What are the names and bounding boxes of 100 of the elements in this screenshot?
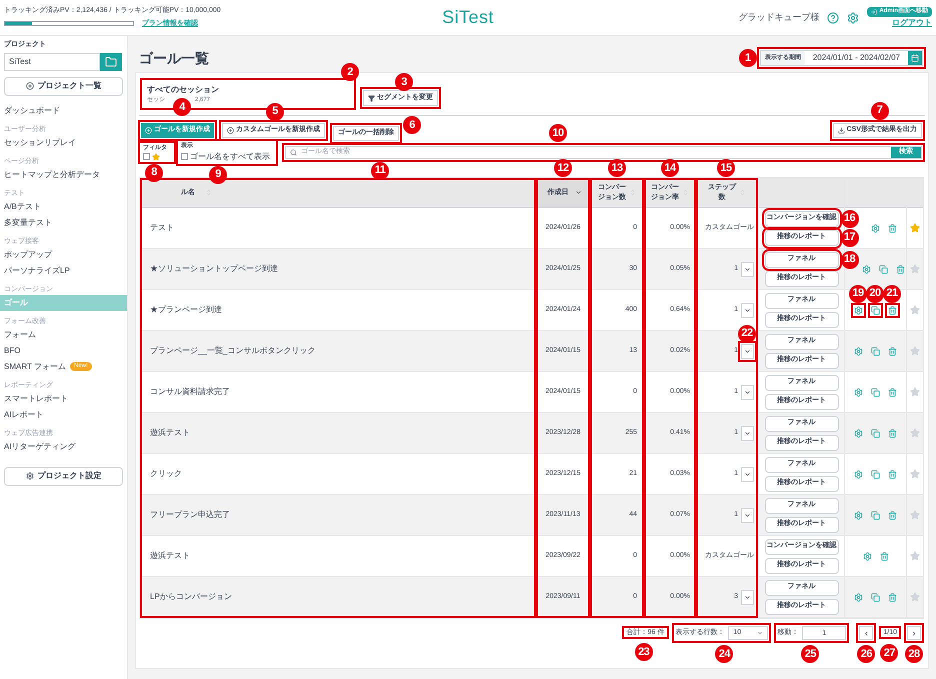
step-dropdown[interactable] bbox=[741, 384, 754, 400]
copy-icon[interactable] bbox=[871, 388, 880, 396]
step-dropdown[interactable] bbox=[741, 508, 754, 522]
trash-icon[interactable] bbox=[888, 592, 897, 602]
project-settings-button[interactable]: プロジェクト設定 bbox=[4, 466, 123, 486]
trash-icon[interactable] bbox=[880, 552, 888, 560]
favorite-star-icon[interactable] bbox=[910, 346, 920, 356]
nav-item[interactable]: セッションリプレイ bbox=[0, 134, 127, 150]
favorite-star-icon[interactable] bbox=[910, 305, 920, 315]
nav-item[interactable]: AIリターゲティング bbox=[0, 438, 127, 454]
callout-number: 26 bbox=[857, 645, 876, 663]
segment-title: すべてのセッション bbox=[147, 84, 220, 96]
show-all-label: ゴール名をすべて表示 bbox=[190, 150, 270, 162]
settings-icon[interactable] bbox=[854, 592, 863, 602]
nav-item[interactable]: 多変量テスト bbox=[0, 214, 127, 230]
callout-number: 23 bbox=[634, 643, 653, 662]
nav-item[interactable]: A/Bテスト bbox=[0, 198, 127, 214]
callout-number: 3 bbox=[395, 73, 413, 91]
page-title: ゴール一覧 bbox=[139, 48, 209, 68]
caret-icon bbox=[744, 470, 751, 478]
plus-circle-icon bbox=[145, 126, 152, 134]
settings-icon[interactable] bbox=[862, 552, 872, 560]
trash-icon[interactable] bbox=[888, 510, 897, 520]
next-page-button[interactable]: › bbox=[907, 626, 921, 640]
project-field[interactable]: SiTest bbox=[4, 52, 100, 70]
settings-icon[interactable] bbox=[854, 470, 863, 478]
nav-item[interactable]: ヒートマップと分析データ bbox=[0, 166, 127, 182]
caret-icon bbox=[744, 266, 751, 272]
previous-page-button[interactable]: ‹ bbox=[859, 626, 874, 640]
callout-number: 13 bbox=[608, 159, 626, 177]
callout-number: 27 bbox=[880, 644, 898, 662]
callout-number: 5 bbox=[266, 102, 284, 120]
trash-icon[interactable] bbox=[888, 428, 897, 438]
trash-icon[interactable] bbox=[896, 264, 905, 274]
filter-icon bbox=[368, 94, 375, 102]
callout-number: 15 bbox=[717, 159, 735, 177]
callout-number: 4 bbox=[173, 98, 191, 116]
caret-icon bbox=[744, 388, 751, 396]
settings-icon[interactable] bbox=[870, 224, 880, 232]
project-list-button[interactable]: プロジェクト一覧 bbox=[4, 76, 123, 96]
goal-name-cell: フリープラン申込完了 bbox=[140, 495, 536, 536]
step-dropdown[interactable] bbox=[741, 262, 754, 276]
settings-icon[interactable] bbox=[854, 388, 863, 396]
settings-icon[interactable] bbox=[862, 264, 871, 274]
callout-number: 1 bbox=[738, 49, 757, 67]
favorite-star-icon[interactable] bbox=[910, 592, 920, 602]
nav-item[interactable]: ポップアップ bbox=[0, 246, 127, 262]
trash-icon[interactable] bbox=[888, 346, 897, 356]
step-dropdown[interactable] bbox=[741, 466, 754, 482]
favorite-star-icon[interactable] bbox=[910, 551, 920, 561]
callout-number: 6 bbox=[403, 116, 421, 134]
calendar-icon bbox=[911, 54, 919, 62]
copy-icon[interactable] bbox=[871, 592, 880, 602]
plus-circle-icon bbox=[227, 126, 234, 134]
settings-icon[interactable] bbox=[854, 510, 863, 520]
nav-item[interactable]: ダッシュボード bbox=[0, 102, 127, 118]
gear-icon bbox=[26, 472, 34, 480]
nav-item[interactable]: BFO bbox=[0, 342, 127, 358]
copy-icon[interactable] bbox=[871, 510, 880, 520]
step-dropdown[interactable] bbox=[741, 590, 754, 604]
trash-icon[interactable] bbox=[888, 388, 897, 396]
callout-number: 12 bbox=[554, 159, 572, 177]
favorite-star-icon[interactable] bbox=[910, 469, 920, 479]
callout-number: 28 bbox=[905, 645, 923, 663]
favorite-star-icon[interactable] bbox=[910, 223, 920, 233]
goal-name-cell: ★ソリューショントップページ到達 bbox=[140, 249, 536, 290]
calendar-button[interactable] bbox=[908, 51, 922, 65]
copy-icon[interactable] bbox=[871, 346, 880, 356]
favorite-star-icon[interactable] bbox=[910, 264, 920, 274]
show-all-checkbox[interactable] bbox=[181, 153, 188, 160]
settings-icon[interactable] bbox=[854, 346, 863, 356]
help-icon[interactable] bbox=[827, 12, 840, 24]
settings-icon[interactable] bbox=[847, 12, 860, 24]
nav-item[interactable]: パーソナライズLP bbox=[0, 262, 127, 278]
step-dropdown[interactable] bbox=[741, 302, 754, 318]
callout-number: 10 bbox=[549, 124, 567, 142]
copy-icon[interactable] bbox=[879, 264, 888, 274]
nav-item[interactable]: スマートレポート bbox=[0, 390, 127, 406]
goal-name-cell: プランページ__一覧_コンサルボタンクリック bbox=[140, 331, 536, 372]
favorite-star-icon[interactable] bbox=[910, 428, 920, 438]
copy-icon[interactable] bbox=[871, 428, 880, 438]
trash-icon[interactable] bbox=[888, 470, 897, 478]
trash-icon[interactable] bbox=[888, 224, 896, 232]
caret-icon bbox=[744, 512, 751, 518]
folder-button[interactable] bbox=[100, 52, 122, 70]
caret-icon bbox=[744, 430, 751, 436]
favorite-star-icon[interactable] bbox=[910, 387, 920, 397]
nav-item[interactable]: フォーム bbox=[0, 326, 127, 342]
callout-number: 25 bbox=[801, 645, 820, 663]
copy-icon[interactable] bbox=[871, 470, 880, 478]
star-filter-checkbox[interactable] bbox=[143, 153, 150, 160]
caret-icon bbox=[757, 630, 764, 636]
step-dropdown[interactable] bbox=[741, 426, 754, 440]
sort-desc-icon bbox=[575, 189, 582, 196]
callout-number: 2 bbox=[341, 63, 359, 81]
goal-name-cell: LPからコンバージョン bbox=[140, 577, 536, 618]
settings-icon[interactable] bbox=[854, 428, 863, 438]
nav-item[interactable]: AIレポート bbox=[0, 406, 127, 422]
caret-icon bbox=[744, 594, 751, 600]
favorite-star-icon[interactable] bbox=[910, 510, 920, 520]
